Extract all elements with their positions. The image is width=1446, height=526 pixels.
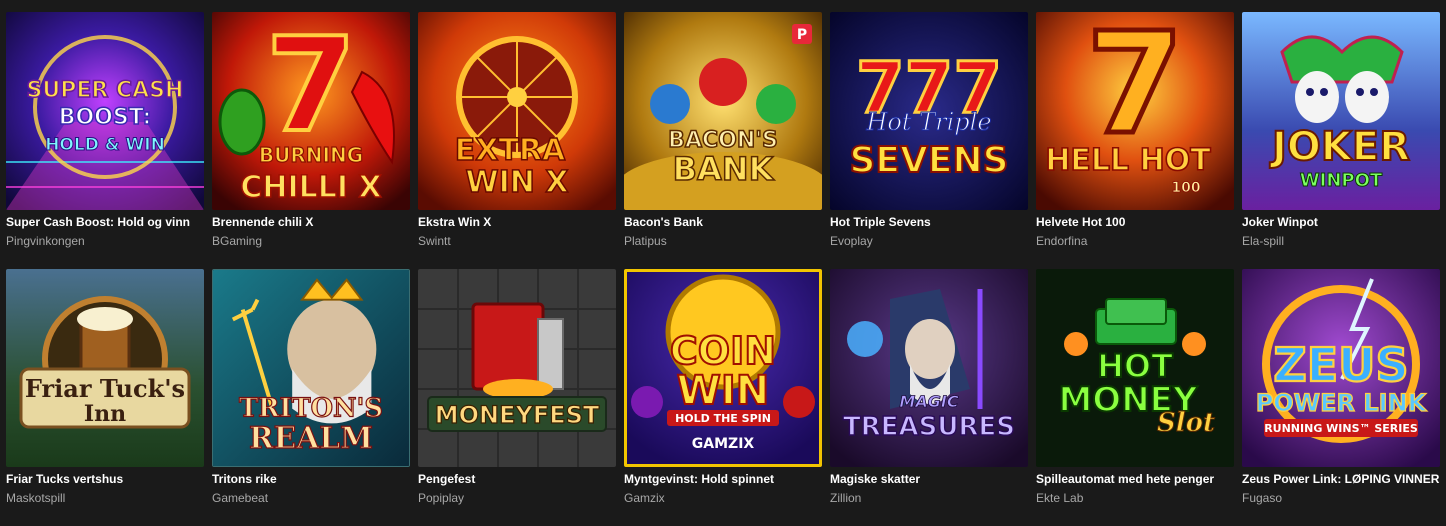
game-provider: BGaming	[212, 234, 263, 248]
game-provider: Gamzix	[624, 491, 665, 505]
game-provider: Pingvinkongen	[6, 234, 85, 248]
game-title[interactable]: Brennende chili X	[212, 215, 410, 229]
logo-line-1: JOKER	[1269, 124, 1410, 170]
burning-chilli-thumbnail[interactable]: 7 BURNING CHILLI X	[212, 12, 410, 210]
logo-line-3: Slot	[1157, 408, 1215, 438]
game-title[interactable]: Myntgevinst: Hold spinnet	[624, 472, 822, 486]
logo-line-3: RUNNING WINS™ SERIES	[1264, 422, 1418, 435]
game-title[interactable]: Bacon's Bank	[624, 215, 822, 229]
game-provider: Popiplay	[418, 491, 465, 505]
coin-win-thumbnail[interactable]: COIN WIN HOLD THE SPIN GAMZIX	[624, 269, 822, 467]
super-cash-boost-thumbnail[interactable]: SUPER CASH BOOST: HOLD & WIN	[6, 12, 204, 210]
game-title[interactable]: Spilleautomat med hete penger	[1036, 472, 1234, 486]
game-grid: SUPER CASH BOOST: HOLD & WIN Super Cash …	[6, 12, 1440, 526]
game-provider: Platipus	[624, 234, 667, 248]
game-provider: Zillion	[830, 491, 862, 505]
game-provider: Endorfina	[1036, 234, 1088, 248]
logo-line-2: WIN X	[466, 165, 569, 200]
logo-line-2: 100	[1171, 180, 1200, 196]
joker-winpot-thumbnail[interactable]: JOKER WINPOT	[1242, 12, 1440, 210]
logo-line-3: HOLD & WIN	[45, 135, 165, 155]
game-card[interactable]: Friar Tuck's Inn Friar Tucks vertshus Ma…	[6, 269, 204, 526]
game-title[interactable]: Tritons rike	[212, 472, 410, 486]
game-title[interactable]: Zeus Power Link: LØPING VINNER	[1242, 472, 1440, 486]
seven-icon: 7	[266, 12, 356, 161]
logo-line-2: CHILLI X	[240, 170, 381, 205]
game-card[interactable]: MONEYFEST Pengefest Popiplay	[418, 269, 616, 526]
game-provider: Ela-spill	[1242, 234, 1285, 248]
game-card[interactable]: P BACON'S BANK Bacon's Bank Platipus	[624, 12, 822, 269]
game-title[interactable]: Pengefest	[418, 472, 616, 486]
logo-line-2: WIN	[677, 368, 769, 414]
logo-line-1: HELL HOT	[1045, 143, 1211, 178]
game-title[interactable]: Super Cash Boost: Hold og vinn	[6, 215, 204, 229]
game-card[interactable]: ZEUS POWER LINK RUNNING WINS™ SERIES Zeu…	[1242, 269, 1440, 526]
logo-line-1: TRITON'S	[239, 394, 383, 424]
game-provider: Maskotspill	[6, 491, 66, 505]
logo-line-1: BURNING	[259, 143, 363, 167]
logo-line-2: REALM	[249, 421, 373, 456]
game-title[interactable]: Hot Triple Sevens	[830, 215, 1028, 229]
logo-line-1: Friar Tuck's	[25, 374, 185, 403]
game-provider: Fugaso	[1242, 491, 1283, 505]
logo-line-4: GAMZIX	[692, 436, 755, 452]
game-card[interactable]: SUPER CASH BOOST: HOLD & WIN Super Cash …	[6, 12, 204, 269]
game-card[interactable]: 7 BURNING CHILLI X Brennende chili X BGa…	[212, 12, 410, 269]
logo-line-1: COIN	[670, 329, 776, 373]
game-card[interactable]: 7 HELL HOT 100 Helvete Hot 100 Endorfina	[1036, 12, 1234, 269]
game-title[interactable]: Joker Winpot	[1242, 215, 1440, 229]
moneyfest-thumbnail[interactable]: MONEYFEST	[418, 269, 616, 467]
tritons-realm-thumbnail[interactable]: TRITON'S REALM	[212, 269, 410, 467]
logo-line-2: TREASURES	[843, 412, 1015, 442]
game-card[interactable]: 777 Hot Triple SEVENS Hot Triple Sevens …	[830, 12, 1028, 269]
game-card[interactable]: COIN WIN HOLD THE SPIN GAMZIX Myntgevins…	[624, 269, 822, 526]
logo-line-2: WINPOT	[1300, 170, 1383, 191]
game-title[interactable]: Friar Tucks vertshus	[6, 472, 204, 486]
game-card[interactable]: MAGIC TREASURES Magiske skatter Zillion	[830, 269, 1028, 526]
game-provider: Evoplay	[830, 234, 873, 248]
game-title[interactable]: Magiske skatter	[830, 472, 1028, 486]
game-provider: Swintt	[418, 234, 451, 248]
bacons-bank-thumbnail[interactable]: P BACON'S BANK	[624, 12, 822, 210]
logo-line-1: MONEYFEST	[435, 401, 600, 429]
logo-line-2: Inn	[84, 401, 126, 427]
zeus-power-link-thumbnail[interactable]: ZEUS POWER LINK RUNNING WINS™ SERIES	[1242, 269, 1440, 467]
magic-treasures-thumbnail[interactable]: MAGIC TREASURES	[830, 269, 1028, 467]
extra-win-thumbnail[interactable]: EXTRA WIN X	[418, 12, 616, 210]
game-card[interactable]: JOKER WINPOT Joker Winpot Ela-spill	[1242, 12, 1440, 269]
friar-tucks-inn-thumbnail[interactable]: Friar Tuck's Inn	[6, 269, 204, 467]
hot-triple-sevens-thumbnail[interactable]: 777 Hot Triple SEVENS	[830, 12, 1028, 210]
logo-line-1: SUPER CASH	[27, 78, 184, 103]
logo-line-2: POWER LINK	[1256, 389, 1428, 417]
logo-line-2: BOOST:	[59, 105, 152, 130]
logo-line-2: BANK	[673, 150, 775, 188]
hell-hot-thumbnail[interactable]: 7 HELL HOT 100	[1036, 12, 1234, 210]
game-provider: Ekte Lab	[1036, 491, 1084, 505]
game-provider: Gamebeat	[212, 491, 269, 505]
game-card[interactable]: EXTRA WIN X Ekstra Win X Swintt	[418, 12, 616, 269]
logo-line-2: SEVENS	[849, 140, 1008, 181]
badge-label: P	[797, 27, 807, 43]
game-title[interactable]: Helvete Hot 100	[1036, 215, 1234, 229]
logo-line-1: EXTRA	[455, 133, 566, 168]
hot-money-slot-thumbnail[interactable]: HOT MONEY Slot	[1036, 269, 1234, 467]
logo-line-3: HOLD THE SPIN	[675, 412, 771, 425]
game-card[interactable]: TRITON'S REALM Tritons rike Gamebeat	[212, 269, 410, 526]
logo-line-1: MAGIC	[899, 392, 958, 411]
logo-line-1: Hot Triple	[865, 108, 991, 136]
game-card[interactable]: HOT MONEY Slot Spilleautomat med hete pe…	[1036, 269, 1234, 526]
game-title[interactable]: Ekstra Win X	[418, 215, 616, 229]
logo-line-1: ZEUS	[1273, 338, 1408, 392]
